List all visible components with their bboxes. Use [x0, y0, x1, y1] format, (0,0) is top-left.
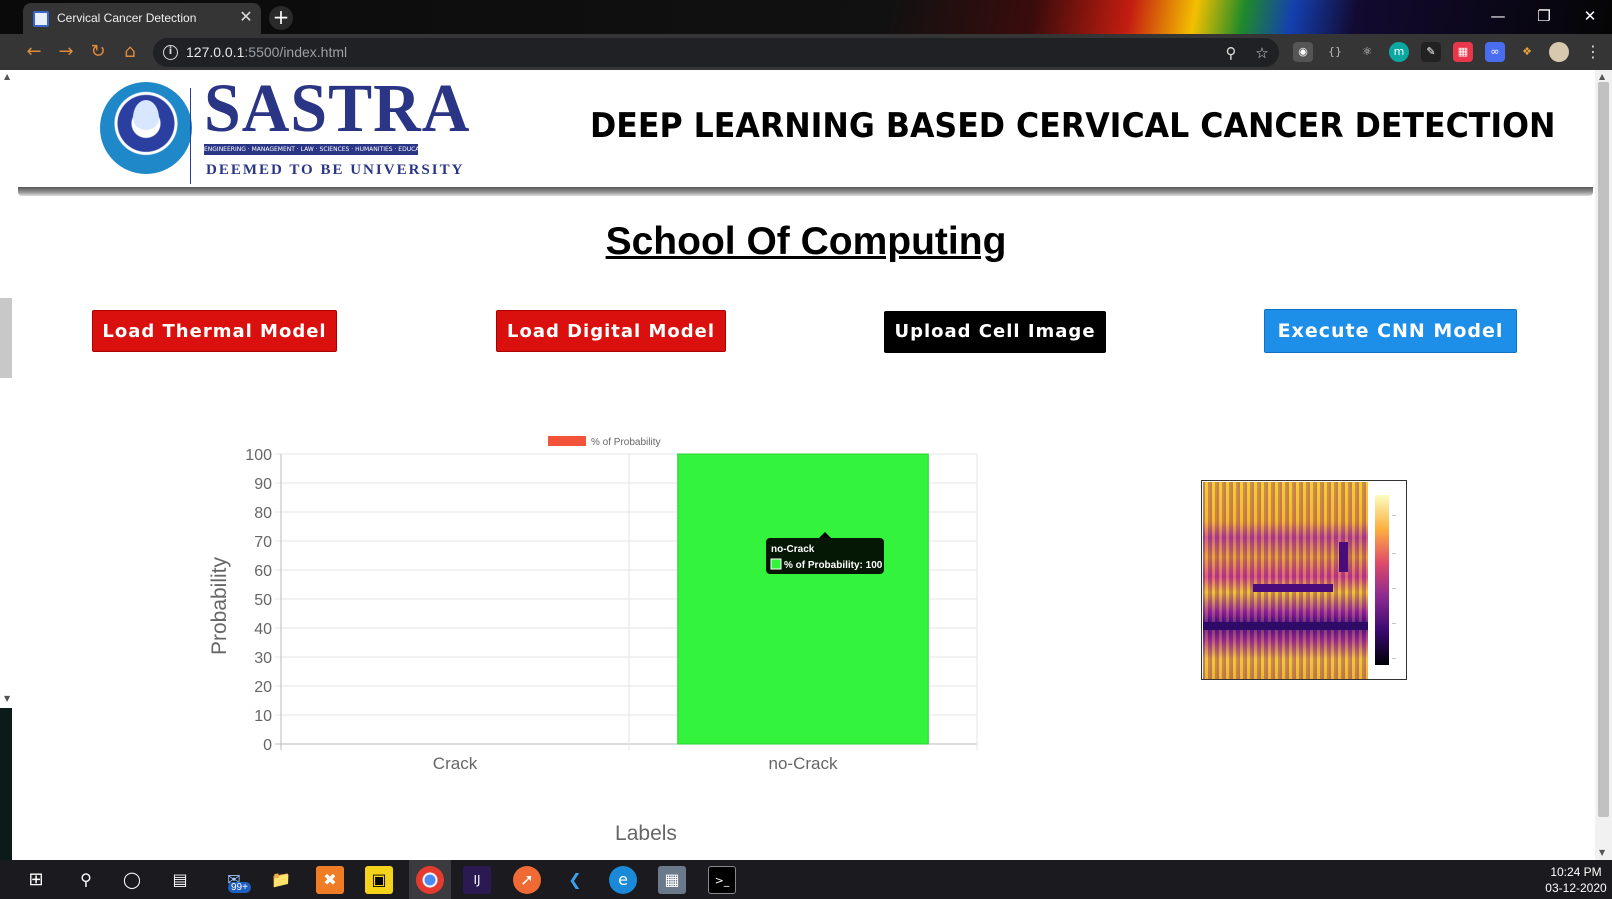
y-tick-label: 0: [263, 737, 272, 754]
edge-icon[interactable]: e: [609, 866, 637, 894]
reload-icon[interactable]: ↻: [86, 40, 110, 64]
load-digital-model-button[interactable]: Load Digital Model: [496, 310, 726, 352]
page-viewport: ▲ ▼ SASTRA ENGINEERING · MANAGEMENT · LA…: [0, 70, 1612, 860]
menu-kebab-icon[interactable]: ⋮: [1583, 42, 1603, 62]
school-heading: School Of Computing: [605, 220, 1007, 263]
bookmark-star-icon[interactable]: ☆: [1252, 43, 1272, 63]
y-axis-label: Probability: [208, 556, 231, 655]
calculator-icon[interactable]: ▦: [658, 866, 686, 894]
back-icon[interactable]: ←: [22, 40, 46, 64]
y-tick-label: 100: [245, 447, 272, 464]
thermal-result-image: — — — — —: [1201, 480, 1407, 680]
y-tick-label: 10: [254, 708, 272, 725]
y-tick-label: 50: [254, 592, 272, 609]
mail-badge: 99+: [228, 882, 251, 893]
probability-chart: 0 10 20 30 40 50 60 70 80 90 100 Crack no-Crack % o…: [208, 436, 978, 845]
x-axis-label: Labels: [615, 822, 677, 845]
task-view-icon[interactable]: ▤: [166, 866, 194, 894]
left-scrollbar: ▲ ▼: [0, 70, 12, 860]
tab-title: Cervical Cancer Detection: [57, 11, 197, 25]
url-text: 127.0.0.1:5500/index.html: [186, 44, 348, 60]
postman-icon[interactable]: ➚: [513, 866, 541, 894]
page-title: DEEP LEARNING BASED CERVICAL CANCER DETE…: [590, 106, 1556, 146]
tooltip-title: no-Crack: [771, 544, 815, 555]
favicon-icon: [33, 11, 49, 27]
extensions-puzzle-icon[interactable]: ❖: [1517, 42, 1537, 62]
windows-start-icon[interactable]: ⊞: [22, 866, 50, 894]
execute-cnn-model-button[interactable]: Execute CNN Model: [1264, 309, 1517, 353]
browser-tab[interactable]: Cervical Cancer Detection ✕: [23, 3, 261, 34]
y-tick-label: 30: [254, 650, 272, 667]
logo-deemed-text: DEEMED TO BE UNIVERSITY: [206, 162, 465, 178]
search-icon[interactable]: ⚲: [72, 866, 100, 894]
logo-wordmark: SASTRA: [204, 70, 471, 147]
load-thermal-model-button[interactable]: Load Thermal Model: [92, 310, 337, 352]
bar-no-crack[interactable]: [677, 453, 929, 745]
y-tick-label: 70: [254, 534, 272, 551]
tab-close-icon[interactable]: ✕: [237, 8, 255, 26]
y-tick-label: 20: [254, 679, 272, 696]
thermal-colorbar: [1375, 495, 1389, 665]
y-tick-label: 90: [254, 476, 272, 493]
profile-avatar[interactable]: [1549, 42, 1569, 62]
json-extension-icon[interactable]: {}: [1325, 42, 1345, 62]
pen-extension-icon[interactable]: ✎: [1421, 42, 1441, 62]
restore-icon[interactable]: ❐: [1524, 5, 1564, 27]
tooltip-body: % of Probability: 100: [784, 560, 883, 571]
forward-icon[interactable]: →: [54, 40, 78, 64]
logo-strip: ENGINEERING · MANAGEMENT · LAW · SCIENCE…: [204, 144, 418, 155]
minimize-icon[interactable]: —: [1478, 5, 1518, 27]
zoom-icon[interactable]: ⚲: [1221, 43, 1241, 63]
site-info-icon[interactable]: i: [163, 45, 178, 60]
new-tab-button[interactable]: +: [269, 6, 293, 30]
file-explorer-icon[interactable]: 📁: [267, 866, 295, 894]
clock-time: 10:24 PM: [1550, 865, 1602, 879]
y-tick-label: 80: [254, 505, 272, 522]
terminal-icon[interactable]: >_: [708, 866, 736, 894]
windows-taskbar: ⊞ ⚲ ◯ ▤ ✉ 99+ 📁 ✖ ▣ IJ ➚ ❮ e ▦ >_ 10:24 …: [0, 860, 1612, 899]
react-extension-icon[interactable]: ⚛: [1357, 42, 1377, 62]
upload-cell-image-button[interactable]: Upload Cell Image: [884, 311, 1106, 353]
close-window-icon[interactable]: ✕: [1570, 5, 1610, 27]
browser-toolbar: ← → ↻ ⌂ i 127.0.0.1:5500/index.html ⚲ ☆ …: [0, 34, 1612, 70]
y-tick-label: 40: [254, 621, 272, 638]
sticky-notes-icon[interactable]: ▣: [365, 866, 393, 894]
camera-extension-icon[interactable]: ◉: [1293, 42, 1313, 62]
m-extension-icon[interactable]: m: [1389, 42, 1409, 62]
sastra-logo: SASTRA ENGINEERING · MANAGEMENT · LAW · …: [100, 72, 469, 184]
y-tick-label: 60: [254, 563, 272, 580]
vscode-icon[interactable]: ❮: [561, 866, 589, 894]
clock-date: 03-12-2020: [1545, 881, 1607, 895]
cortana-icon[interactable]: ◯: [118, 866, 146, 894]
x-tick-label: no-Crack: [769, 754, 838, 773]
intellij-icon[interactable]: IJ: [463, 866, 491, 894]
header-shadow: [18, 187, 1593, 196]
x-tick-label: Crack: [433, 754, 478, 773]
system-clock[interactable]: 10:24 PM 03-12-2020: [1540, 864, 1612, 896]
legend-label: % of Probability: [591, 437, 660, 448]
browser-title-bar: Cervical Cancer Detection ✕ + — ❐ ✕: [0, 0, 1612, 34]
chrome-icon[interactable]: [416, 866, 444, 894]
grid-extension-icon[interactable]: ▦: [1453, 42, 1473, 62]
legend-swatch: [548, 436, 586, 446]
xampp-icon[interactable]: ✖: [316, 866, 344, 894]
chart-tooltip: no-Crack % of Probability: 100: [766, 532, 884, 574]
link-extension-icon[interactable]: ∞: [1485, 42, 1505, 62]
address-bar[interactable]: i 127.0.0.1:5500/index.html ⚲ ☆: [153, 38, 1279, 67]
right-scrollbar[interactable]: ▲ ▼: [1595, 70, 1612, 860]
home-icon[interactable]: ⌂: [118, 40, 142, 64]
